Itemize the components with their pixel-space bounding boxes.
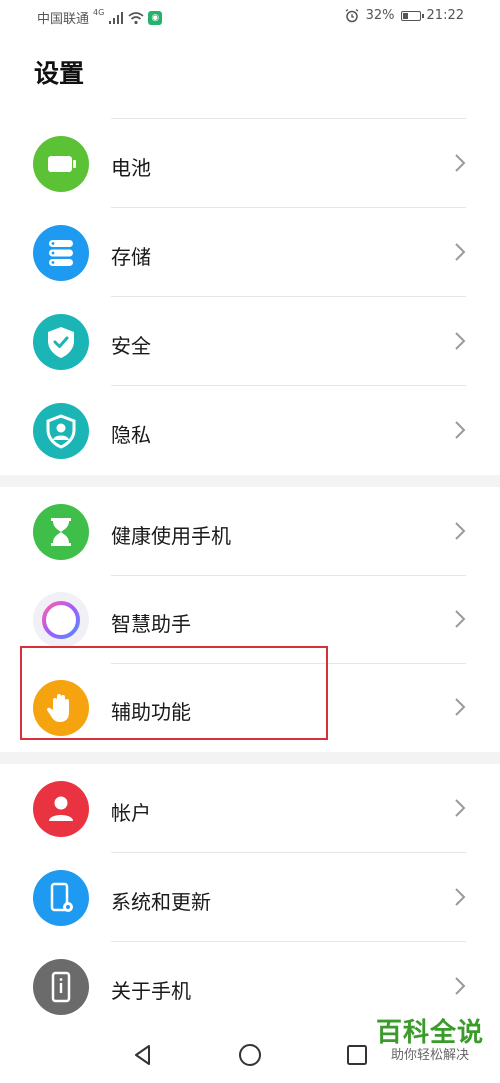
settings-item-system-update[interactable]: 系统和更新 — [0, 853, 500, 942]
settings-item-privacy[interactable]: 隐私 — [0, 386, 500, 475]
app-notification-icon: ◉ — [148, 10, 163, 25]
chevron-right-icon — [455, 522, 466, 540]
settings-item-label: 安全 — [111, 334, 151, 358]
watermark-subtitle: 助你轻松解决 — [390, 1048, 469, 1063]
alarm-icon — [345, 8, 359, 22]
battery-icon — [33, 136, 89, 192]
status-left: 中国联通 4G ◉ — [37, 8, 163, 27]
clock: 21:22 — [426, 8, 464, 23]
settings-item-label: 系统和更新 — [111, 890, 211, 914]
phone-info-icon — [33, 959, 89, 1015]
page-title: 设置 — [34, 59, 85, 88]
home-icon[interactable] — [237, 1042, 263, 1068]
system-update-icon — [33, 870, 89, 926]
group-separator — [0, 475, 500, 487]
assistant-ring-icon — [33, 592, 89, 648]
group-separator — [0, 752, 500, 764]
chevron-right-icon — [455, 154, 466, 172]
account-icon — [33, 781, 89, 837]
chevron-right-icon — [455, 610, 466, 628]
status-right: 32% 21:22 — [344, 8, 464, 23]
watermark-title: 百科全说 — [375, 1018, 484, 1048]
shield-check-icon — [33, 314, 89, 370]
battery-status-icon — [400, 10, 424, 21]
status-bar: 中国联通 4G ◉ 32% 21:22 — [0, 0, 500, 36]
settings-item-label: 关于手机 — [111, 979, 191, 1003]
settings-item-account[interactable]: 帐户 — [0, 764, 500, 853]
settings-item-label: 存储 — [111, 245, 151, 269]
privacy-icon — [33, 403, 89, 459]
settings-item-label: 帐户 — [111, 801, 151, 825]
wifi-icon — [128, 11, 144, 24]
settings-item-battery[interactable]: 电池 — [0, 119, 500, 208]
settings-item-label: 电池 — [111, 156, 151, 180]
network-type: 4G — [93, 8, 105, 17]
highlight-annotation-box — [20, 646, 328, 740]
back-icon[interactable] — [130, 1042, 156, 1068]
storage-icon — [33, 225, 89, 281]
recents-icon[interactable] — [344, 1042, 370, 1068]
settings-item-label: 健康使用手机 — [111, 524, 231, 548]
chevron-right-icon — [455, 799, 466, 817]
signal-icon — [109, 11, 124, 24]
hourglass-icon — [33, 504, 89, 560]
chevron-right-icon — [455, 977, 466, 995]
chevron-right-icon — [455, 698, 466, 716]
battery-percent: 32% — [365, 8, 395, 23]
settings-item-security[interactable]: 安全 — [0, 297, 500, 386]
chevron-right-icon — [455, 421, 466, 439]
settings-item-digital-balance[interactable]: 健康使用手机 — [0, 487, 500, 576]
chevron-right-icon — [455, 888, 466, 906]
chevron-right-icon — [455, 332, 466, 350]
settings-item-storage[interactable]: 存储 — [0, 208, 500, 297]
carrier-name: 中国联通 — [37, 12, 90, 27]
watermark: 百科全说 助你轻松解决 — [376, 1018, 484, 1064]
settings-item-label: 隐私 — [111, 423, 151, 447]
chevron-right-icon — [455, 243, 466, 261]
settings-item-label: 智慧助手 — [111, 612, 191, 636]
